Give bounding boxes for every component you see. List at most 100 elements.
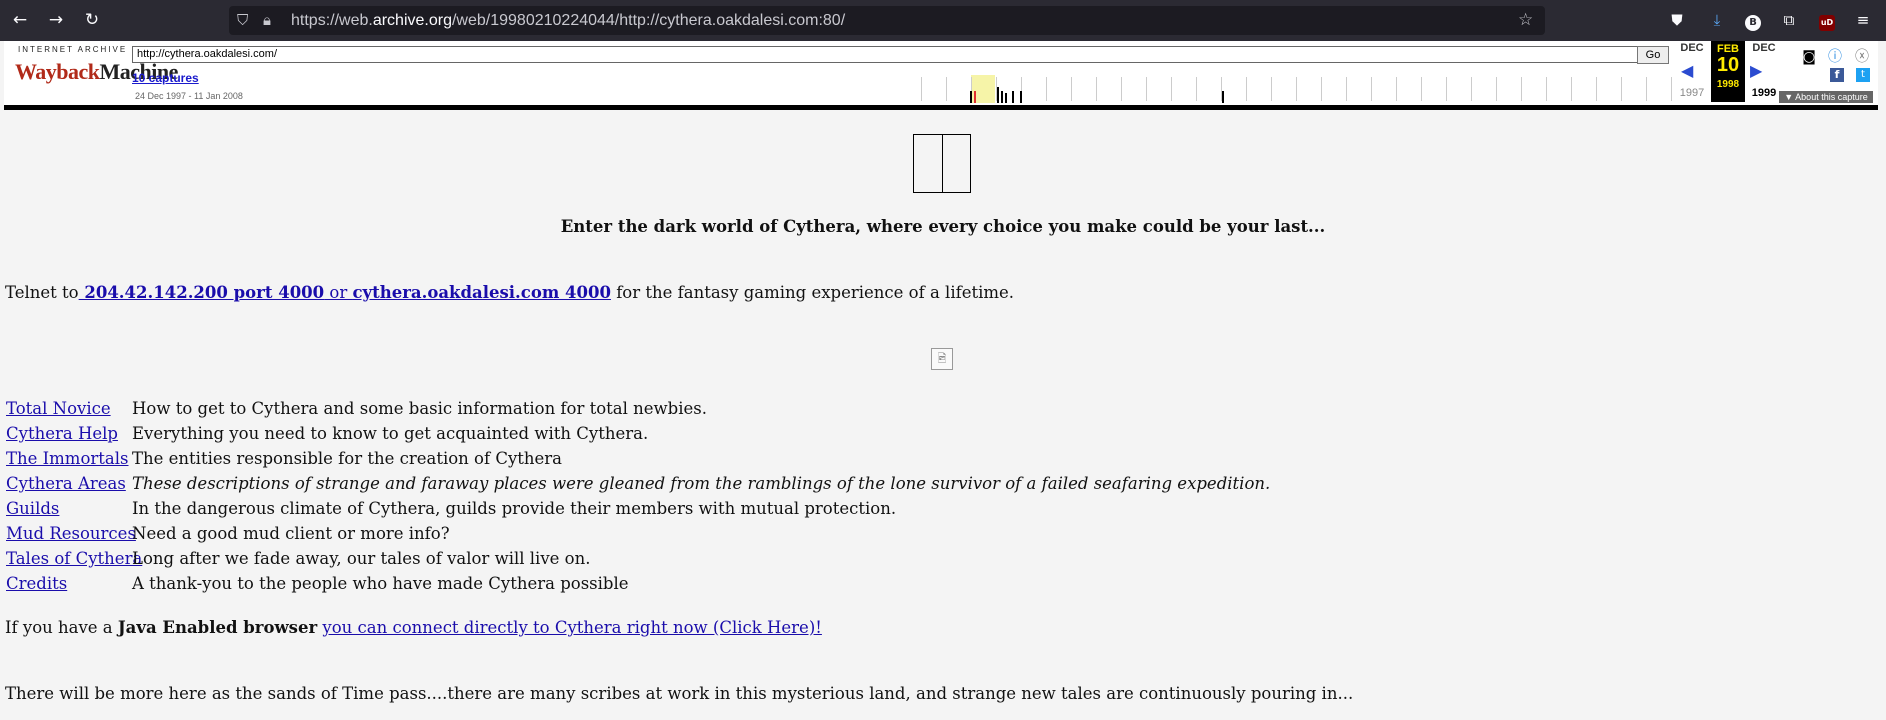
menu-desc: The entities responsible for the creatio… bbox=[132, 449, 563, 468]
menu-desc: A thank-you to the people who have made … bbox=[132, 574, 629, 593]
menu-link-mud-resources[interactable]: Mud Resources bbox=[6, 524, 136, 543]
account-icon[interactable]: ◙ bbox=[1801, 49, 1817, 65]
year-divider bbox=[1121, 77, 1122, 101]
telnet-suffix: for the fantasy gaming experience of a l… bbox=[610, 283, 1015, 302]
telnet-line: Telnet to 204.42.142.200 port 4000 or cy… bbox=[5, 283, 1014, 302]
close-icon[interactable]: ⓧ bbox=[1854, 49, 1870, 65]
wayback-logo[interactable]: INTERNET ARCHIVE WaybackMachine bbox=[12, 45, 178, 95]
java-connect-link[interactable]: you can connect directly to Cythera righ… bbox=[322, 618, 821, 637]
wayback-url-input[interactable]: http://cythera.oakdalesi.com/ bbox=[132, 46, 1640, 63]
year-divider bbox=[1046, 77, 1047, 101]
forward-icon[interactable]: → bbox=[44, 8, 68, 32]
capture-bar[interactable] bbox=[974, 91, 976, 103]
capture-bar[interactable] bbox=[1005, 93, 1007, 103]
prev-month[interactable]: DEC bbox=[1674, 42, 1710, 54]
capture-bar[interactable] bbox=[1012, 91, 1014, 103]
year-divider bbox=[1146, 77, 1147, 101]
url-rest: /web/19980210224044/http://cythera.oakda… bbox=[451, 12, 846, 29]
year-divider bbox=[1246, 77, 1247, 101]
year-divider bbox=[1271, 77, 1272, 101]
menu-row: Cythera Help Everything you need to know … bbox=[6, 421, 1270, 446]
telnet-ip: 204.42.142.200 port 4000 bbox=[78, 283, 325, 302]
menu-row: The Immortals The entities responsible fo… bbox=[6, 446, 1270, 471]
lock-icon[interactable]: 🔒︎ bbox=[263, 10, 271, 30]
current-capture-date: FEB 10 1998 bbox=[1711, 41, 1745, 102]
banner-image-placeholder bbox=[913, 134, 971, 193]
menu-icon[interactable]: ≡ bbox=[1852, 9, 1874, 31]
year-divider bbox=[1371, 77, 1372, 101]
wayback-logo-top: INTERNET ARCHIVE bbox=[18, 45, 128, 54]
year-divider bbox=[1296, 77, 1297, 101]
star-icon[interactable]: ☆ bbox=[1518, 10, 1533, 30]
menu-desc: How to get to Cythera and some basic inf… bbox=[132, 399, 707, 418]
menu-desc: Long after we fade away, our tales of va… bbox=[132, 549, 591, 568]
go-button[interactable]: Go bbox=[1637, 46, 1669, 64]
year-divider bbox=[1471, 77, 1472, 101]
extensions-icon[interactable]: ⧉ bbox=[1778, 9, 1800, 31]
next-year: 1999 bbox=[1751, 87, 1777, 99]
menu-link-credits[interactable]: Credits bbox=[6, 574, 132, 593]
capture-bar[interactable] bbox=[1001, 91, 1003, 103]
profile-icon[interactable]: B bbox=[1742, 9, 1764, 31]
capture-bar[interactable] bbox=[997, 87, 999, 103]
capture-bar[interactable] bbox=[1222, 91, 1224, 103]
year-divider bbox=[1071, 77, 1072, 101]
capture-range: 24 Dec 1997 - 11 Jan 2008 bbox=[135, 91, 243, 101]
telnet-host: cythera.oakdalesi.com 4000 bbox=[352, 283, 611, 302]
menu-row: Cythera Areas These descriptions of stran… bbox=[6, 471, 1270, 496]
captures-link[interactable]: 10 captures bbox=[132, 71, 199, 85]
menu-desc: Everything you need to know to get acqua… bbox=[132, 424, 649, 443]
year-divider bbox=[1521, 77, 1522, 101]
url-text[interactable]: https://web.archive.org/web/199802102240… bbox=[291, 11, 845, 31]
url-prefix: https://web. bbox=[291, 12, 373, 29]
menu-row: Total Novice How to get to Cythera and so… bbox=[6, 396, 1270, 421]
download-icon[interactable]: ⤓ bbox=[1706, 9, 1728, 31]
year-divider bbox=[1621, 77, 1622, 101]
address-bar[interactable]: ⛉ 🔒︎ https://web.archive.org/web/1998021… bbox=[229, 6, 1545, 35]
year-divider bbox=[921, 77, 922, 101]
year-divider bbox=[1446, 77, 1447, 101]
twitter-icon[interactable]: t bbox=[1856, 68, 1870, 82]
next-month[interactable]: DEC bbox=[1746, 42, 1782, 54]
java-prefix: If you have a bbox=[5, 618, 118, 637]
logo-main-red: Wayback bbox=[15, 59, 100, 84]
ublock-icon[interactable]: uD bbox=[1816, 9, 1838, 31]
facebook-icon[interactable]: f bbox=[1830, 68, 1844, 82]
menu-desc: In the dangerous climate of Cythera, gui… bbox=[132, 499, 897, 518]
year-divider bbox=[1196, 77, 1197, 101]
year-divider bbox=[1346, 77, 1347, 101]
menu-link-cythera-help[interactable]: Cythera Help bbox=[6, 424, 132, 443]
back-icon[interactable]: ← bbox=[8, 8, 32, 32]
telnet-or: or bbox=[324, 283, 353, 302]
pocket-icon[interactable]: ⛊ bbox=[1666, 9, 1688, 31]
year-divider bbox=[1396, 77, 1397, 101]
year-divider bbox=[1421, 77, 1422, 101]
menu-row: Credits A thank-you to the people who hav… bbox=[6, 571, 1270, 596]
menu-link-cythera-areas[interactable]: Cythera Areas bbox=[6, 474, 132, 493]
next-arrow-icon[interactable]: ▶ bbox=[1750, 61, 1762, 81]
menu-link-immortals[interactable]: The Immortals bbox=[6, 449, 132, 468]
browser-toolbar: ← → ↻ ⛉ 🔒︎ https://web.archive.org/web/1… bbox=[0, 0, 1886, 41]
year-divider bbox=[1646, 77, 1647, 101]
telnet-prefix: Telnet to bbox=[5, 283, 79, 302]
telnet-link[interactable]: 204.42.142.200 port 4000 or cythera.oakd… bbox=[79, 283, 611, 302]
current-day: 10 bbox=[1716, 54, 1740, 76]
about-capture-button[interactable]: ▼ About this capture bbox=[1779, 91, 1873, 103]
shield-icon[interactable]: ⛉ bbox=[237, 10, 248, 30]
help-icon[interactable]: ⓘ bbox=[1827, 49, 1843, 65]
menu-link-total-novice[interactable]: Total Novice bbox=[6, 399, 132, 418]
year-divider bbox=[1671, 77, 1672, 101]
capture-bar[interactable] bbox=[970, 91, 972, 103]
capture-sparkline[interactable] bbox=[921, 75, 1673, 103]
java-bold: Java Enabled browser bbox=[117, 618, 318, 637]
url-domain: archive.org bbox=[372, 12, 452, 29]
menu-link-guilds[interactable]: Guilds bbox=[6, 499, 132, 518]
capture-bar[interactable] bbox=[1020, 91, 1022, 103]
year-divider bbox=[1496, 77, 1497, 101]
year-divider bbox=[1096, 77, 1097, 101]
menu-table: Total Novice How to get to Cythera and so… bbox=[6, 396, 1270, 596]
menu-row: Tales of Cythera Long after we fade away,… bbox=[6, 546, 1270, 571]
reload-icon[interactable]: ↻ bbox=[80, 8, 104, 32]
menu-link-tales[interactable]: Tales of Cythera bbox=[6, 549, 142, 568]
prev-arrow-icon[interactable]: ◀ bbox=[1681, 61, 1693, 81]
